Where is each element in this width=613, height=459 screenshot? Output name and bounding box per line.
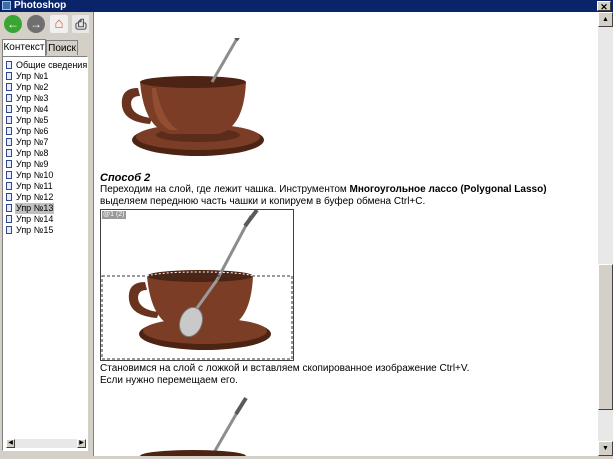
arrow-left-icon: ◀ xyxy=(8,440,13,446)
help-content: Способ 2 Переходим на слой, где лежит ча… xyxy=(93,12,598,456)
home-icon: ⌂ xyxy=(50,15,68,33)
tree-item-label: Упр №5 xyxy=(16,115,49,125)
document-icon xyxy=(6,204,12,212)
document-icon xyxy=(6,215,12,223)
document-icon xyxy=(6,193,12,201)
document-icon xyxy=(6,72,12,80)
tree-item-label: Упр №11 xyxy=(16,181,53,191)
print-button[interactable]: ⎙ xyxy=(72,15,90,33)
tree-item-label: Упр №2 xyxy=(16,82,49,92)
instruction-paragraph-1: Переходим на слой, где лежит чашка. Инст… xyxy=(100,184,594,208)
tree-item-label: Упр №3 xyxy=(16,93,49,103)
document-icon xyxy=(6,83,12,91)
paragraph-2-line-1: Становимся на слой с ложкой и вставляем … xyxy=(100,363,470,374)
instruction-paragraph-2: Становимся на слой с ложкой и вставляем … xyxy=(100,363,594,387)
scroll-thumb[interactable] xyxy=(598,264,613,410)
forward-arrow-icon: → xyxy=(27,15,45,33)
paragraph-text-end: выделяем переднюю часть чашки и копируем… xyxy=(100,196,426,207)
tree-item-label: Упр №12 xyxy=(16,192,54,202)
tree-item-label: Упр №15 xyxy=(16,225,54,235)
title-bar: Photoshop ✕ xyxy=(0,0,613,12)
close-icon: ✕ xyxy=(600,2,608,12)
tree-item-label: Упр №6 xyxy=(16,126,49,136)
forward-button[interactable]: → xyxy=(27,15,45,33)
document-icon xyxy=(6,226,12,234)
tree-item-label: Упр №14 xyxy=(16,214,54,224)
arrow-up-icon: ▲ xyxy=(602,16,609,23)
back-button[interactable]: ← xyxy=(4,15,22,33)
tree-item-label: Упр №10 xyxy=(16,170,54,180)
document-icon xyxy=(6,138,12,146)
photoshop-selection-screenshot: @1 (2) xyxy=(100,209,294,361)
window-title: Photoshop xyxy=(14,0,67,11)
close-button[interactable]: ✕ xyxy=(597,1,611,12)
app-icon xyxy=(2,1,11,10)
tree-item-label: Упр №9 xyxy=(16,159,49,169)
scroll-down-button[interactable]: ▼ xyxy=(598,441,613,456)
print-icon: ⎙ xyxy=(72,15,90,33)
paragraph-text-start: Переходим на слой, где лежит чашка. Инст… xyxy=(100,184,350,195)
home-button[interactable]: ⌂ xyxy=(50,15,68,33)
document-icon xyxy=(6,127,12,135)
cup-with-spoon-image-partial xyxy=(140,396,248,456)
arrow-down-icon: ▼ xyxy=(602,445,609,452)
document-icon xyxy=(6,94,12,102)
polygonal-lasso-term: Многоугольное лассо (Polygonal Lasso) xyxy=(349,184,547,195)
scroll-up-button[interactable]: ▲ xyxy=(598,12,613,27)
document-icon xyxy=(6,116,12,124)
toolbar: ← → ⌂ ⎙ xyxy=(0,12,93,38)
paragraph-2-line-2: Если нужно перемещаем его. xyxy=(100,375,238,386)
document-icon xyxy=(6,61,12,69)
method-heading: Способ 2 xyxy=(100,172,151,184)
document-icon xyxy=(6,149,12,157)
tree-item-label: Общие сведения xyxy=(16,60,88,70)
cup-with-spoon-image xyxy=(121,38,264,156)
content-vertical-scrollbar[interactable]: ▲ ▼ xyxy=(598,12,613,456)
tree-item-label: Упр №7 xyxy=(16,137,49,147)
document-icon xyxy=(6,171,12,179)
document-icon xyxy=(6,182,12,190)
scroll-right-button[interactable]: ▶ xyxy=(77,439,86,448)
tree-horizontal-scrollbar[interactable]: ◀ ▶ xyxy=(6,439,86,448)
tab-context[interactable]: Контекст xyxy=(2,39,46,56)
cup-selection-image xyxy=(101,210,293,360)
contents-tree: Общие сведения Упр №1 Упр №2 Упр №3 Упр №4 Уп… xyxy=(2,56,88,451)
back-arrow-icon: ← xyxy=(4,15,22,33)
document-icon xyxy=(6,160,12,168)
tree-item-label: Упр №4 xyxy=(16,104,49,114)
tree-item-label: Упр №13 xyxy=(15,203,55,214)
tree-item-label: Упр №1 xyxy=(16,71,49,81)
document-icon xyxy=(6,105,12,113)
arrow-right-icon: ▶ xyxy=(79,440,84,446)
tree-item-label: Упр №8 xyxy=(16,148,49,158)
scroll-left-button[interactable]: ◀ xyxy=(6,439,15,448)
tab-search[interactable]: Поиск xyxy=(46,40,78,55)
